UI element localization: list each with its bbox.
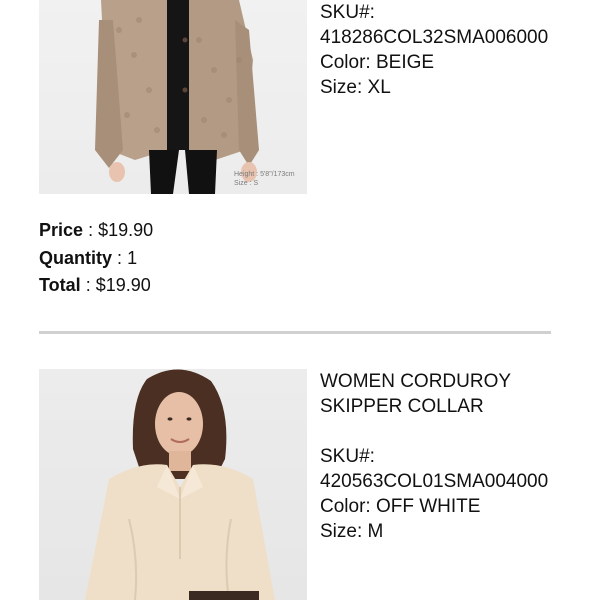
total-value: $19.90 [95, 275, 151, 295]
quantity-value: 1 [127, 247, 138, 268]
price-label: Price [39, 220, 84, 240]
jacket-photo [95, 0, 259, 194]
color-label: Color: [320, 496, 371, 517]
sku-value: 420563COL01SMA004000 [320, 471, 549, 492]
size-value: M [367, 521, 384, 542]
item-details: WOMEN CORDUROY SKIPPER COLLAR SKU#: 4205… [320, 369, 548, 544]
size-row: Size: M [320, 519, 548, 544]
product-name-line1: WOMEN CORDUROY [320, 371, 512, 392]
product-image-corduroy-skipper-shirt[interactable] [39, 369, 307, 600]
item-details: SKU#: 418286COL32SMA006000 Color: BEIGE … [320, 0, 548, 100]
model-size-text: Size : S [234, 180, 259, 187]
product-name-line2: SKIPPER COLLAR [320, 396, 484, 417]
model-height-text: Height : 5'8"/173cm [234, 171, 295, 178]
separator: : [85, 275, 91, 295]
sku-value: 418286COL32SMA006000 [320, 27, 549, 48]
price-value: $19.90 [98, 220, 154, 240]
size-row: Size: XL [320, 75, 548, 100]
size-value: XL [367, 77, 391, 98]
sku-label: SKU#: [320, 2, 375, 23]
total-label: Total [39, 275, 81, 295]
color-row: Color: OFF WHITE [320, 494, 548, 519]
price-row: Price : $19.90 [39, 217, 153, 245]
color-value: OFF WHITE [375, 496, 481, 517]
product-image-beige-fleece-jacket[interactable]: Height : 5'8"/173cm Size : S [39, 0, 307, 194]
model-size-caption: Height : 5'8"/173cm Size : S [234, 170, 295, 188]
item-divider [39, 331, 551, 334]
color-row: Color: BEIGE [320, 50, 548, 75]
separator: : [117, 247, 123, 268]
quantity-label: Quantity [39, 247, 113, 268]
size-label: Size: [320, 521, 363, 542]
color-label: Color: [320, 52, 371, 73]
total-row: Total : $19.90 [39, 272, 153, 300]
size-label: Size: [320, 77, 363, 98]
color-value: BEIGE [375, 52, 435, 73]
shirt-photo [85, 369, 275, 600]
order-items-list: Height : 5'8"/173cm Size : S SKU#: 41828… [0, 0, 600, 600]
price-summary: Price : $19.90 Quantity : 1 Total : $19.… [39, 217, 153, 300]
quantity-row: Quantity : 1 [39, 245, 153, 273]
sku-label: SKU#: [320, 446, 375, 467]
separator: : [88, 220, 94, 240]
